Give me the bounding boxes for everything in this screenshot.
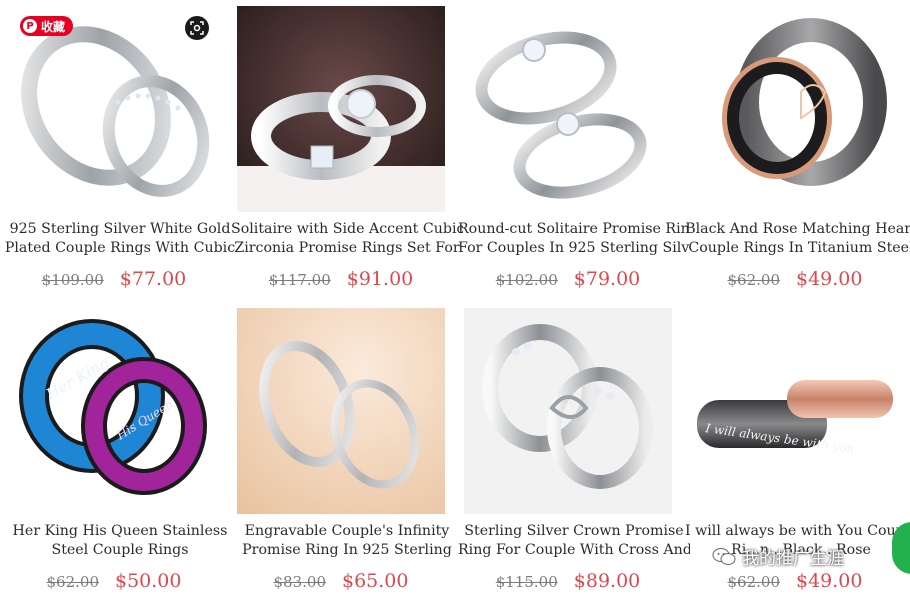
watermark-text: 我的推广生涯 — [742, 549, 844, 569]
visual-search-button[interactable] — [185, 16, 209, 40]
original-price: $62.00 — [727, 573, 781, 591]
pinterest-icon: P — [23, 19, 37, 33]
wechat-watermark: 我的推广生涯 — [712, 544, 844, 569]
sale-price: $65.00 — [342, 570, 409, 592]
product-image[interactable] — [10, 6, 218, 212]
original-price: $117.00 — [268, 271, 331, 289]
wechat-icon — [712, 547, 736, 565]
always-with-you-rings-image: I will always be with you — [697, 380, 893, 456]
product-title[interactable]: Engravable Couple's Infinity Promise Ring… — [231, 522, 463, 560]
original-price: $83.00 — [273, 573, 327, 591]
product-title[interactable]: Black And Rose Matching Heart Couple Ring… — [685, 220, 910, 258]
original-price: $62.00 — [727, 271, 781, 289]
original-price: $102.00 — [495, 271, 558, 289]
product-title[interactable]: Solitaire with Side Accent Cubic Zirconia… — [231, 220, 463, 258]
product-prices: $102.00 $79.00 — [464, 268, 672, 290]
product-prices: $62.00 $49.00 — [691, 570, 899, 592]
black-rose-heart-rings-image — [722, 18, 887, 186]
sale-price: $91.00 — [346, 268, 414, 290]
sale-price: $89.00 — [573, 570, 641, 592]
product-title[interactable]: Her King His Queen Stainless Steel Couple… — [4, 522, 236, 560]
original-price: $115.00 — [495, 573, 558, 591]
product-prices: $83.00 $65.00 — [237, 570, 445, 592]
sale-price: $50.00 — [115, 570, 182, 592]
product-image[interactable]: Her King His Queen — [10, 308, 218, 514]
product-image[interactable] — [464, 308, 672, 514]
solitaire-rings-image — [237, 6, 445, 212]
visual-search-icon — [190, 21, 204, 35]
pinterest-save-button[interactable]: P 收藏 — [20, 16, 74, 36]
sale-price: $49.00 — [796, 268, 863, 290]
product-image[interactable]: I will always be with you — [691, 308, 899, 514]
product-title[interactable]: Sterling Silver Crown Promise Ring For Co… — [458, 522, 690, 560]
product-prices: $117.00 $91.00 — [237, 268, 445, 290]
original-price: $62.00 — [46, 573, 100, 591]
sale-price: $77.00 — [119, 268, 187, 290]
product-image[interactable] — [237, 308, 445, 514]
sale-price: $79.00 — [573, 268, 641, 290]
product-prices: $109.00 $77.00 — [10, 268, 218, 290]
silver-couple-rings-image — [21, 26, 210, 197]
round-cut-rings-image — [475, 31, 647, 199]
product-image[interactable] — [237, 6, 445, 212]
infinity-rings-image — [237, 308, 445, 514]
pinterest-save-label: 收藏 — [41, 19, 66, 34]
product-image[interactable] — [691, 6, 899, 212]
product-prices: $62.00 $50.00 — [10, 570, 218, 592]
original-price: $109.00 — [41, 271, 104, 289]
product-title[interactable]: Round-cut Solitaire Promise Rings For Cou… — [458, 220, 690, 258]
sale-price: $49.00 — [796, 570, 863, 592]
king-queen-rings-image: Her King His Queen — [19, 319, 207, 495]
crown-rings-image — [482, 324, 653, 489]
product-prices: $62.00 $49.00 — [691, 268, 899, 290]
product-title[interactable]: 925 Sterling Silver White Gold Plated Cou… — [4, 220, 236, 258]
product-grid: 925 Sterling Silver White Gold Plated Cou… — [0, 0, 910, 598]
product-prices: $115.00 $89.00 — [464, 570, 672, 592]
product-image[interactable] — [464, 6, 672, 212]
